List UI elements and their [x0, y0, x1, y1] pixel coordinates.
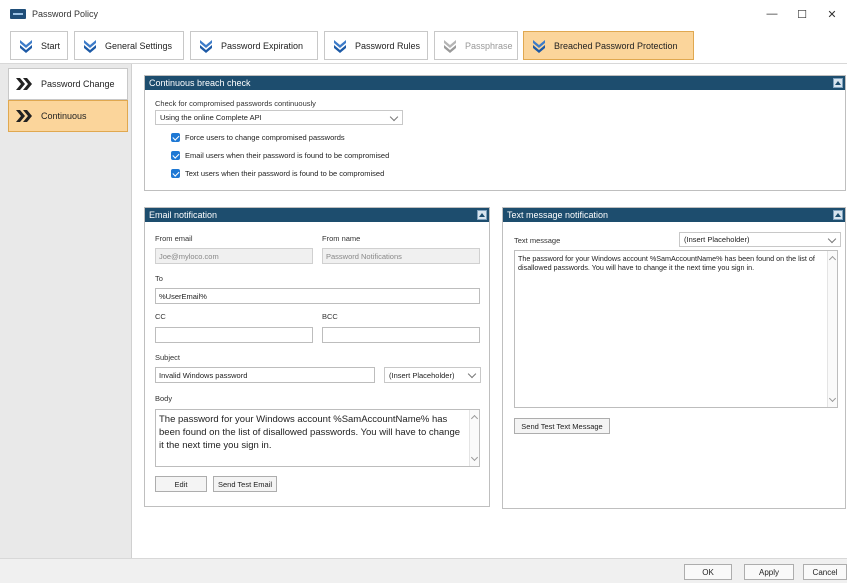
email-placeholder-select[interactable]: (Insert Placeholder)	[384, 367, 481, 383]
checkbox-checked-icon	[171, 151, 180, 160]
checkbox-label: Text users when their password is found …	[185, 169, 385, 178]
placeholder-select-value: (Insert Placeholder)	[684, 235, 750, 244]
send-test-email-button[interactable]: Send Test Email	[213, 476, 277, 492]
panel-title: Continuous breach check	[149, 78, 251, 88]
subject-field[interactable]: Invalid Windows password	[155, 367, 375, 383]
panel-header: Continuous breach check	[145, 76, 845, 90]
double-chevron-right-icon	[16, 78, 32, 90]
scroll-down-icon	[828, 394, 837, 403]
text-message-label: Text message	[514, 236, 561, 245]
vertical-scrollbar[interactable]	[827, 251, 837, 407]
close-button[interactable]: ✕	[817, 0, 847, 28]
check-continuously-label: Check for compromised passwords continuo…	[155, 99, 316, 108]
chevron-down-icon	[827, 234, 837, 244]
tab-breached-password-protection[interactable]: Breached Password Protection	[523, 31, 694, 60]
tab-passphrase[interactable]: Passphrase	[434, 31, 518, 60]
email-users-checkbox[interactable]: Email users when their password is found…	[171, 151, 389, 160]
cc-label: CC	[155, 312, 166, 321]
minimize-button[interactable]: —	[757, 0, 787, 28]
panel-title: Text message notification	[507, 210, 609, 220]
collapse-button[interactable]	[477, 210, 487, 220]
vertical-scrollbar[interactable]	[469, 410, 479, 466]
text-message-body: The password for your Windows account %S…	[518, 254, 815, 272]
tab-password-expiration[interactable]: Password Expiration	[190, 31, 318, 60]
bcc-label: BCC	[322, 312, 338, 321]
from-email-label: From email	[155, 234, 193, 243]
checkbox-checked-icon	[171, 169, 180, 178]
ok-button[interactable]: OK	[684, 564, 732, 580]
apply-button[interactable]: Apply	[744, 564, 794, 580]
double-chevron-down-icon	[200, 39, 212, 53]
breach-check-panel: Continuous breach check Check for compro…	[144, 75, 846, 191]
left-navigation: Password Change Continuous	[0, 64, 132, 558]
edit-button[interactable]: Edit	[155, 476, 207, 492]
nav-item-password-change[interactable]: Password Change	[8, 68, 128, 100]
tab-password-rules[interactable]: Password Rules	[324, 31, 428, 60]
double-chevron-down-icon	[20, 39, 32, 53]
from-name-label: From name	[322, 234, 361, 243]
nav-item-label: Password Change	[41, 79, 115, 89]
from-name-field[interactable]: Password Notifications	[322, 248, 480, 264]
tab-start[interactable]: Start	[10, 31, 68, 60]
double-chevron-down-icon	[334, 39, 346, 53]
scroll-up-icon	[828, 255, 837, 264]
subject-label: Subject	[155, 353, 181, 362]
maximize-button[interactable]: ☐	[787, 0, 817, 28]
double-chevron-down-icon	[84, 39, 96, 53]
dialog-footer: OK Apply Cancel	[0, 558, 847, 583]
api-select[interactable]: Using the online Complete API	[155, 110, 403, 125]
double-chevron-down-icon	[533, 39, 545, 53]
panel-title: Email notification	[149, 210, 218, 220]
window-controls: — ☐ ✕	[757, 0, 847, 28]
collapse-button[interactable]	[833, 210, 843, 220]
force-change-checkbox[interactable]: Force users to change compromised passwo…	[171, 133, 345, 142]
body-text: The password for your Windows account %S…	[159, 414, 461, 451]
chevron-down-icon	[467, 369, 477, 379]
nav-item-continuous[interactable]: Continuous	[8, 100, 128, 132]
text-users-checkbox[interactable]: Text users when their password is found …	[171, 169, 384, 178]
tab-label: Password Expiration	[221, 40, 304, 51]
checkbox-checked-icon	[171, 133, 180, 142]
placeholder-select-value: (Insert Placeholder)	[389, 370, 455, 380]
collapse-button[interactable]	[833, 78, 843, 88]
double-chevron-right-icon	[16, 110, 32, 122]
title-bar: Password Policy — ☐ ✕	[0, 0, 847, 28]
main-content: Continuous breach check Check for compro…	[133, 64, 847, 558]
bcc-field[interactable]	[322, 327, 480, 343]
chevron-down-icon	[389, 112, 399, 122]
api-select-value: Using the online Complete API	[160, 113, 262, 122]
nav-item-label: Continuous	[41, 111, 87, 121]
to-field[interactable]: %UserEmail%	[155, 288, 480, 304]
tab-label: Breached Password Protection	[554, 40, 678, 51]
scroll-down-icon	[470, 453, 479, 462]
cc-field[interactable]	[155, 327, 313, 343]
tab-label: General Settings	[105, 40, 173, 51]
cancel-button[interactable]: Cancel	[803, 564, 847, 580]
body-label: Body	[155, 394, 173, 403]
app-icon	[10, 9, 26, 19]
window-title: Password Policy	[32, 9, 99, 19]
checkbox-label: Email users when their password is found…	[185, 151, 390, 160]
scroll-up-icon	[470, 414, 479, 423]
text-message-textarea[interactable]: The password for your Windows account %S…	[514, 250, 838, 408]
tab-label: Passphrase	[465, 40, 513, 51]
body-textarea[interactable]: The password for your Windows account %S…	[155, 409, 480, 467]
panel-header: Email notification	[145, 208, 489, 222]
sms-placeholder-select[interactable]: (Insert Placeholder)	[679, 232, 841, 247]
panel-header: Text message notification	[503, 208, 845, 222]
tab-label: Start	[41, 40, 61, 51]
tab-bar: Start General Settings Password Expirati…	[0, 28, 847, 64]
email-notification-panel: Email notification From email Joe@myloco…	[144, 207, 490, 507]
double-chevron-down-icon	[444, 39, 456, 53]
checkbox-label: Force users to change compromised passwo…	[185, 133, 345, 142]
text-message-panel: Text message notification Text message (…	[502, 207, 846, 509]
to-label: To	[155, 274, 163, 283]
send-test-text-button[interactable]: Send Test Text Message	[514, 418, 610, 434]
tab-label: Password Rules	[355, 40, 421, 51]
from-email-field[interactable]: Joe@myloco.com	[155, 248, 313, 264]
tab-general-settings[interactable]: General Settings	[74, 31, 184, 60]
